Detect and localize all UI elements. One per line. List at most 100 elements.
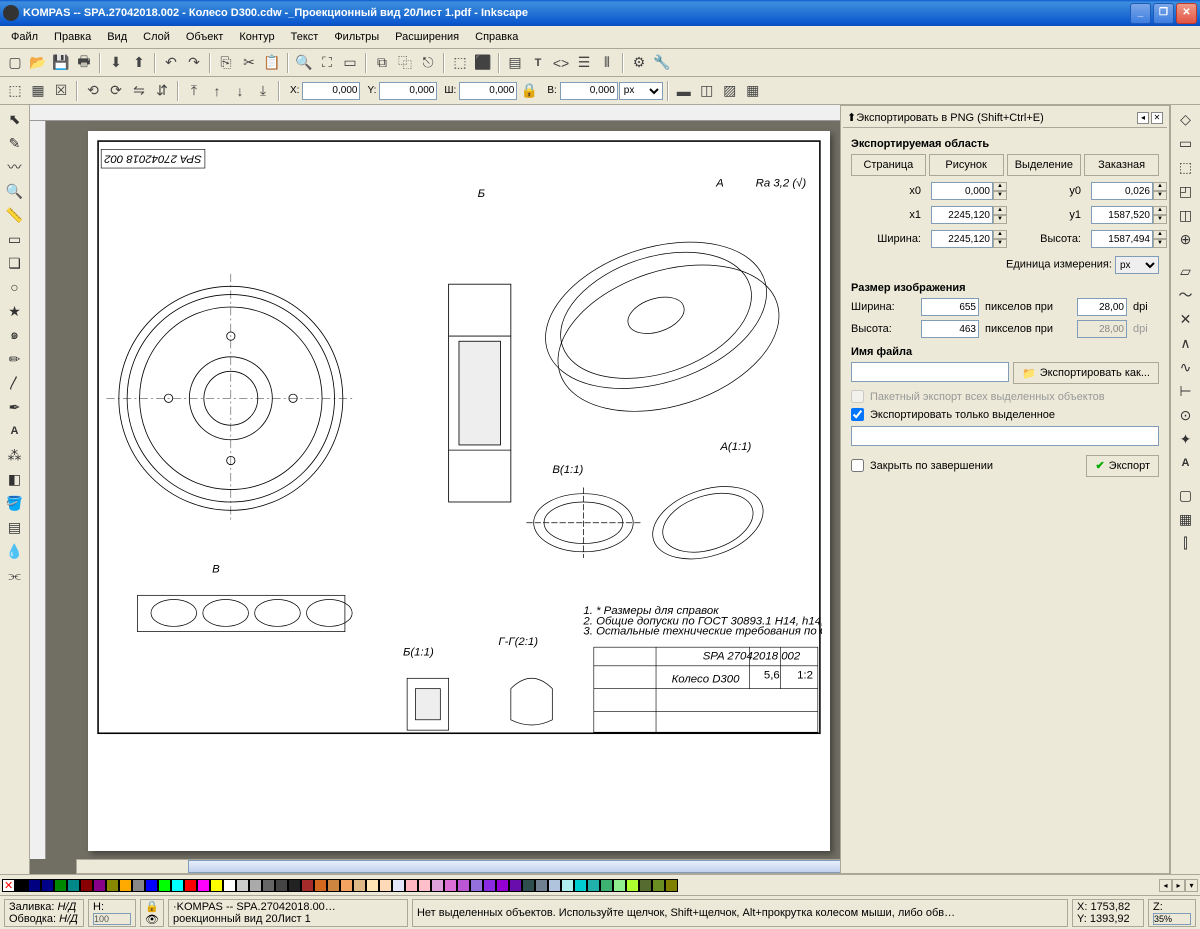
gradient-tool-icon[interactable]: ▤ xyxy=(2,515,28,539)
close-button[interactable]: ✕ xyxy=(1176,3,1197,24)
menu-view[interactable]: Вид xyxy=(100,28,134,46)
layers-icon[interactable]: ☰ xyxy=(573,52,595,74)
swatch[interactable] xyxy=(54,879,67,892)
calligraphy-tool-icon[interactable]: ✒ xyxy=(2,395,28,419)
stroke-value[interactable]: Н/Д xyxy=(59,913,78,925)
rect-tool-icon[interactable]: ▭ xyxy=(2,227,28,251)
swatch[interactable] xyxy=(509,879,522,892)
swatch[interactable] xyxy=(262,879,275,892)
align-icon[interactable]: ⫴ xyxy=(596,52,618,74)
minimize-button[interactable]: _ xyxy=(1130,3,1151,24)
snap-bbox-icon[interactable]: ▭ xyxy=(1173,131,1199,155)
menu-extensions[interactable]: Расширения xyxy=(388,28,466,46)
swatch[interactable] xyxy=(652,879,665,892)
new-icon[interactable]: ▢ xyxy=(4,52,26,74)
palette-scroll-left[interactable]: ◂ xyxy=(1159,879,1172,892)
dpi-width-input[interactable] xyxy=(1077,298,1127,316)
swatch[interactable] xyxy=(665,879,678,892)
swatch[interactable] xyxy=(184,879,197,892)
swatch[interactable] xyxy=(587,879,600,892)
tab-drawing[interactable]: Рисунок xyxy=(929,154,1004,176)
area-unit-select[interactable]: px xyxy=(1115,256,1159,274)
menu-file[interactable]: Файл xyxy=(4,28,45,46)
swatch[interactable] xyxy=(197,879,210,892)
swatch[interactable] xyxy=(301,879,314,892)
flip-h-icon[interactable]: ⇋ xyxy=(128,80,150,102)
snap-obj-center-icon[interactable]: ⊙ xyxy=(1173,403,1199,427)
menu-filters[interactable]: Фильтры xyxy=(327,28,386,46)
swatch[interactable] xyxy=(626,879,639,892)
menu-path[interactable]: Контур xyxy=(232,28,281,46)
prefs-icon[interactable]: ⚙ xyxy=(628,52,650,74)
raise-icon[interactable]: ↑ xyxy=(206,80,228,102)
swatch[interactable] xyxy=(275,879,288,892)
swatch[interactable] xyxy=(470,879,483,892)
swatch[interactable] xyxy=(15,879,28,892)
zoom-fit-icon[interactable]: ⛶ xyxy=(316,52,338,74)
area-width-input[interactable] xyxy=(931,230,993,248)
swatch[interactable] xyxy=(483,879,496,892)
swatch[interactable] xyxy=(93,879,106,892)
visibility-icon[interactable]: 👁 xyxy=(145,913,159,926)
swatch[interactable] xyxy=(639,879,652,892)
y1-input[interactable] xyxy=(1091,206,1153,224)
swatch[interactable] xyxy=(444,879,457,892)
connector-tool-icon[interactable]: ⫘ xyxy=(2,563,28,587)
spiral-tool-icon[interactable]: ๑ xyxy=(2,323,28,347)
swatch[interactable] xyxy=(392,879,405,892)
export-as-button[interactable]: 📁 Экспортировать как... xyxy=(1013,362,1159,384)
only-sel-checkbox[interactable] xyxy=(851,408,864,421)
tweak-tool-icon[interactable]: 〰 xyxy=(2,155,28,179)
affect-stroke-icon[interactable]: ▬ xyxy=(673,80,695,102)
bucket-tool-icon[interactable]: 🪣 xyxy=(2,491,28,515)
pencil-tool-icon[interactable]: ✏ xyxy=(2,347,28,371)
rotate-ccw-icon[interactable]: ⟲ xyxy=(82,80,104,102)
swatch[interactable] xyxy=(119,879,132,892)
box3d-tool-icon[interactable]: ❏ xyxy=(2,251,28,275)
open-icon[interactable]: 📂 xyxy=(27,52,49,74)
swatch[interactable] xyxy=(106,879,119,892)
swatch[interactable] xyxy=(366,879,379,892)
swatch[interactable] xyxy=(158,879,171,892)
circle-tool-icon[interactable]: ○ xyxy=(2,275,28,299)
tab-selection[interactable]: Выделение xyxy=(1007,154,1082,176)
snap-intersect-icon[interactable]: ✕ xyxy=(1173,307,1199,331)
swatch[interactable] xyxy=(236,879,249,892)
text-tool-icon[interactable]: A xyxy=(2,419,28,443)
ungroup-icon[interactable]: ⬛ xyxy=(472,52,494,74)
redo-icon[interactable]: ↷ xyxy=(183,52,205,74)
y-input[interactable] xyxy=(379,82,437,100)
snap-smooth-icon[interactable]: ∿ xyxy=(1173,355,1199,379)
lock-layer-icon[interactable]: 🔒 xyxy=(145,900,159,913)
swatch[interactable] xyxy=(548,879,561,892)
area-height-input[interactable] xyxy=(1091,230,1153,248)
menu-help[interactable]: Справка xyxy=(468,28,525,46)
snap-rot-center-icon[interactable]: ✦ xyxy=(1173,427,1199,451)
unlink-icon[interactable]: ⎋ xyxy=(417,52,439,74)
panel-dock-icon[interactable]: ◂ xyxy=(1137,112,1149,124)
affect-gradient-icon[interactable]: ▨ xyxy=(719,80,741,102)
snap-enable-icon[interactable]: ◇ xyxy=(1173,107,1199,131)
clone-icon[interactable]: ⿻ xyxy=(394,52,416,74)
filename-input[interactable] xyxy=(851,362,1009,382)
doc-name[interactable]: ·KOMPAS -- SPA.27042018.00…роекционный в… xyxy=(173,901,403,925)
snap-edge-icon[interactable]: ⬚ xyxy=(1173,155,1199,179)
x-input[interactable] xyxy=(302,82,360,100)
swatch[interactable] xyxy=(223,879,236,892)
text-dialog-icon[interactable]: T xyxy=(527,52,549,74)
select-all-icon[interactable]: ⬚ xyxy=(4,80,26,102)
copy-icon[interactable]: ⎘ xyxy=(215,52,237,74)
swatch[interactable] xyxy=(353,879,366,892)
no-color-swatch[interactable] xyxy=(2,879,15,892)
snap-path-icon[interactable]: 〜 xyxy=(1173,283,1199,307)
lower-icon[interactable]: ↓ xyxy=(229,80,251,102)
x0-input[interactable] xyxy=(931,182,993,200)
lower-bottom-icon[interactable]: ⤓ xyxy=(252,80,274,102)
snap-cusp-icon[interactable]: ∧ xyxy=(1173,331,1199,355)
fill-value[interactable]: Н/Д xyxy=(57,901,76,913)
selection-id-input[interactable] xyxy=(851,426,1159,446)
node-tool-icon[interactable]: ✎ xyxy=(2,131,28,155)
swatch[interactable] xyxy=(496,879,509,892)
swatch[interactable] xyxy=(41,879,54,892)
cut-icon[interactable]: ✂ xyxy=(238,52,260,74)
